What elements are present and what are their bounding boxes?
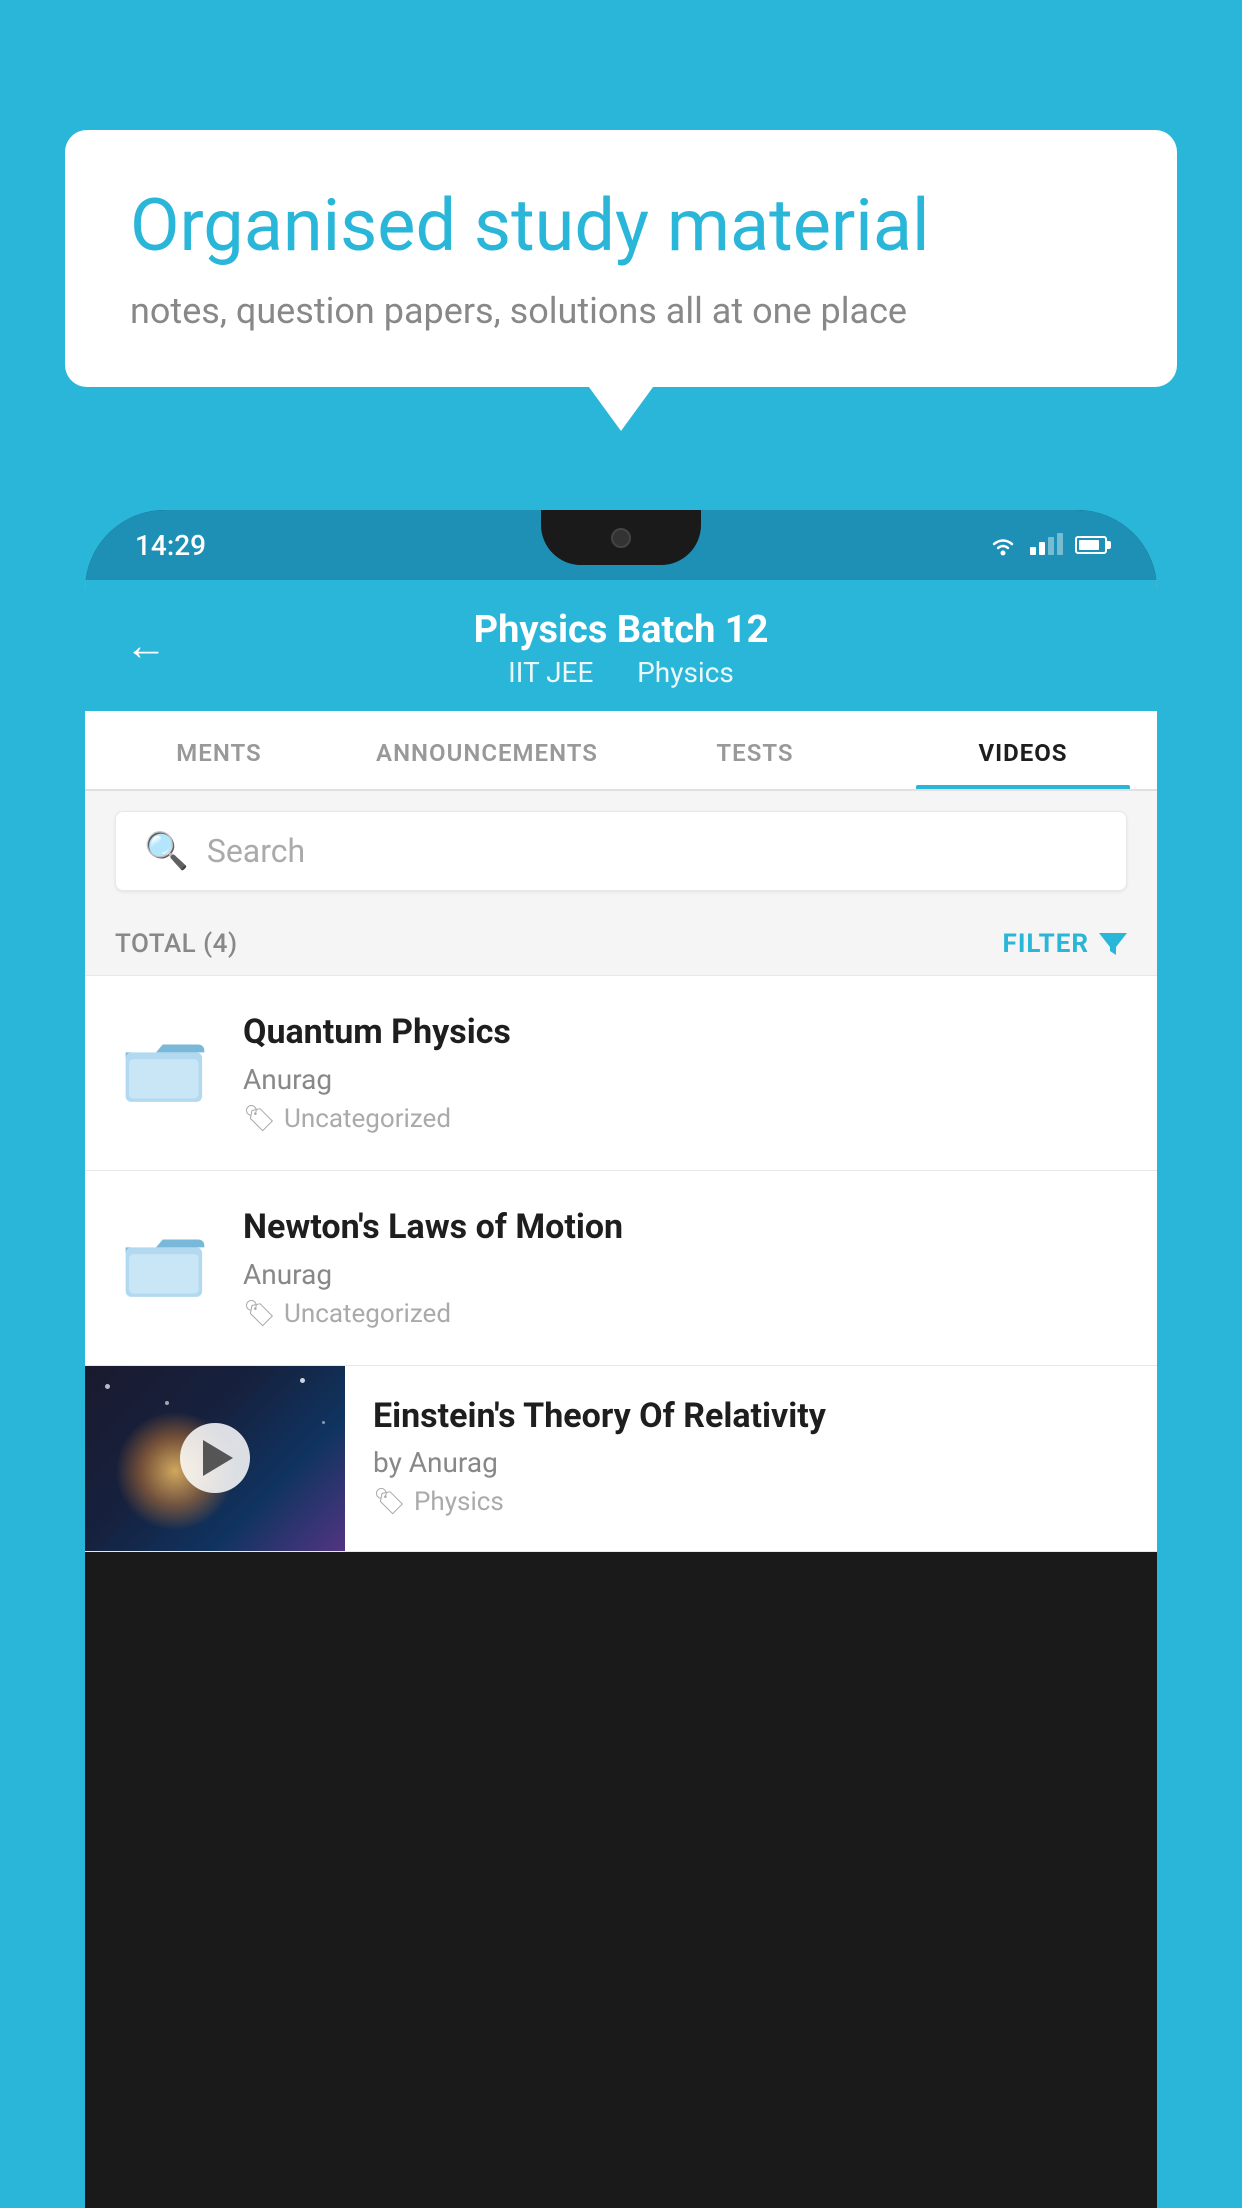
tab-videos[interactable]: VIDEOS [889, 711, 1157, 789]
video-author: Anurag [243, 1258, 1127, 1291]
signal-icon [1030, 535, 1063, 555]
video-tag: 🏷 Uncategorized [243, 1299, 1127, 1329]
battery-icon [1075, 536, 1107, 554]
tab-ments[interactable]: MENTS [85, 711, 353, 789]
folder-icon [120, 1022, 210, 1112]
phone-notch [541, 510, 701, 565]
tag-label: Uncategorized [284, 1299, 451, 1329]
front-camera [611, 528, 631, 548]
phone-screen: ← Physics Batch 12 IIT JEE Physics MENTS… [85, 580, 1157, 1552]
status-time: 14:29 [135, 529, 206, 562]
tab-announcements[interactable]: ANNOUNCEMENTS [353, 711, 621, 789]
video-info-3: Einstein's Theory Of Relativity by Anura… [345, 1366, 1157, 1548]
video-title: Einstein's Theory Of Relativity [373, 1396, 1127, 1437]
phone-mockup: 14:29 [85, 510, 1157, 2208]
app-subtitle: IIT JEE Physics [500, 656, 742, 689]
status-icons [988, 534, 1107, 556]
speech-bubble: Organised study material notes, question… [65, 130, 1177, 387]
search-bar-container: 🔍 Search [85, 791, 1157, 911]
tag-label: Physics [414, 1487, 504, 1517]
video-title: Quantum Physics [243, 1012, 1127, 1053]
video-tag: 🏷 Physics [373, 1487, 1127, 1517]
video-info-1: Quantum Physics Anurag 🏷 Uncategorized [243, 1012, 1127, 1134]
bubble-title: Organised study material [130, 185, 1112, 268]
search-icon: 🔍 [144, 830, 189, 872]
video-thumbnail [85, 1366, 345, 1551]
list-item[interactable]: Newton's Laws of Motion Anurag 🏷 Uncateg… [85, 1171, 1157, 1366]
back-button[interactable]: ← [125, 621, 167, 670]
search-bar[interactable]: 🔍 Search [115, 811, 1127, 891]
subtitle-iitjee: IIT JEE [508, 656, 593, 689]
video-tag: 🏷 Uncategorized [243, 1104, 1127, 1134]
tag-label: Uncategorized [284, 1104, 451, 1134]
speech-bubble-container: Organised study material notes, question… [65, 130, 1177, 387]
folder-icon [120, 1217, 210, 1307]
wifi-icon [988, 534, 1018, 556]
video-title: Newton's Laws of Motion [243, 1207, 1127, 1248]
filter-icon [1099, 933, 1127, 955]
app-header: ← Physics Batch 12 IIT JEE Physics [85, 580, 1157, 711]
list-item[interactable]: Einstein's Theory Of Relativity by Anura… [85, 1366, 1157, 1552]
filter-button[interactable]: FILTER [1003, 929, 1127, 959]
tab-tests[interactable]: TESTS [621, 711, 889, 789]
video-info-2: Newton's Laws of Motion Anurag 🏷 Uncateg… [243, 1207, 1127, 1329]
play-icon [203, 1440, 233, 1476]
video-author: Anurag [243, 1063, 1127, 1096]
search-placeholder: Search [207, 832, 305, 870]
play-button[interactable] [180, 1423, 250, 1493]
app-title: Physics Batch 12 [474, 608, 769, 652]
video-list: Quantum Physics Anurag 🏷 Uncategorized [85, 976, 1157, 1552]
folder-thumb-1 [115, 1012, 215, 1122]
filter-label: FILTER [1003, 929, 1089, 959]
tag-icon: 🏷 [243, 1104, 276, 1134]
subtitle-physics: Physics [637, 656, 734, 689]
list-item[interactable]: Quantum Physics Anurag 🏷 Uncategorized [85, 976, 1157, 1171]
bubble-subtitle: notes, question papers, solutions all at… [130, 290, 1112, 332]
status-bar: 14:29 [85, 510, 1157, 580]
tabs-bar: MENTS ANNOUNCEMENTS TESTS VIDEOS [85, 711, 1157, 791]
tag-icon: 🏷 [243, 1299, 276, 1329]
phone-outer: 14:29 [85, 510, 1157, 2208]
total-count: TOTAL (4) [115, 929, 238, 959]
tag-icon: 🏷 [373, 1487, 406, 1517]
video-author: by Anurag [373, 1446, 1127, 1479]
folder-thumb-2 [115, 1207, 215, 1317]
filter-row: TOTAL (4) FILTER [85, 911, 1157, 976]
